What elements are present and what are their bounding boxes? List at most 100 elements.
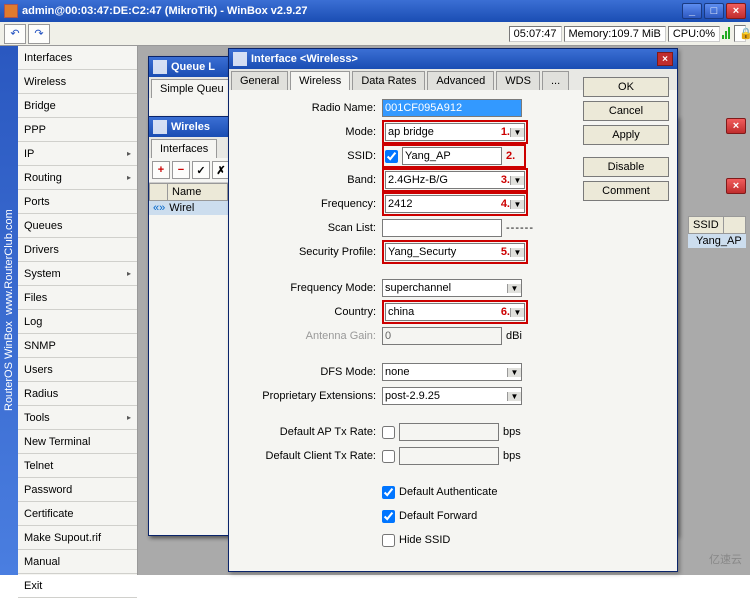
maximize-button[interactable]: □	[704, 3, 724, 19]
label-antenna-gain: Antenna Gain:	[237, 330, 382, 342]
minimize-button[interactable]: _	[682, 3, 702, 19]
interface-form: Radio Name: Mode: ap bridge1.▼ SSID: 2. …	[229, 90, 677, 558]
window-icon	[233, 52, 247, 66]
menu-item-exit[interactable]: Exit	[18, 574, 137, 598]
menu-item-ip[interactable]: IP▸	[18, 142, 137, 166]
tab-advanced[interactable]: Advanced	[427, 71, 494, 90]
menu-item-routing[interactable]: Routing▸	[18, 166, 137, 190]
chevron-down-icon: ▼	[507, 392, 521, 401]
label-radio-name: Radio Name:	[237, 102, 382, 114]
col-ssid[interactable]: SSID	[689, 217, 724, 233]
radio-name-input[interactable]	[382, 99, 522, 117]
menu-item-bridge[interactable]: Bridge	[18, 94, 137, 118]
ap-tx-input[interactable]	[399, 423, 499, 441]
tab--[interactable]: ...	[542, 71, 569, 90]
menu-item-log[interactable]: Log	[18, 310, 137, 334]
label-scan-list: Scan List:	[237, 222, 382, 234]
menu-item-ports[interactable]: Ports	[18, 190, 137, 214]
close-button[interactable]: ×	[726, 3, 746, 19]
ssid-checkbox[interactable]	[385, 150, 398, 163]
status-memory: Memory:109.7 MiB	[564, 26, 666, 42]
tab-simple-queues[interactable]: Simple Queu	[151, 79, 233, 98]
scan-list-input[interactable]	[382, 219, 502, 237]
menu-item-system[interactable]: System▸	[18, 262, 137, 286]
country-select[interactable]: china6.▼	[385, 303, 525, 321]
tab-interfaces[interactable]: Interfaces	[151, 139, 217, 158]
chevron-right-icon: ▸	[127, 149, 131, 158]
menu-item-manual[interactable]: Manual	[18, 550, 137, 574]
client-tx-input[interactable]	[399, 447, 499, 465]
status-area: 05:07:47 Memory:109.7 MiB CPU:0% 🔒	[509, 25, 746, 42]
add-button[interactable]: +	[152, 161, 170, 179]
activity-icon	[722, 27, 732, 41]
bg-close-1[interactable]: ×	[724, 118, 746, 134]
default-auth-checkbox[interactable]	[382, 486, 395, 499]
label-client-tx: Default Client Tx Rate:	[237, 450, 382, 462]
menu-item-make-supout-rif[interactable]: Make Supout.rif	[18, 526, 137, 550]
chevron-down-icon: ▼	[507, 284, 521, 293]
interface-titlebar[interactable]: Interface <Wireless> ×	[229, 49, 677, 69]
menu-item-files[interactable]: Files	[18, 286, 137, 310]
menu-item-password[interactable]: Password	[18, 478, 137, 502]
mdi-area: Queue L Simple Queu 0 B queued Wireles ×…	[138, 46, 750, 575]
app-icon	[4, 4, 18, 18]
menu-item-queues[interactable]: Queues	[18, 214, 137, 238]
label-security: Security Profile:	[237, 246, 382, 258]
redo-button[interactable]: ↷	[28, 24, 50, 44]
label-frequency: Frequency:	[237, 198, 382, 210]
chevron-down-icon: ▼	[510, 308, 524, 317]
menu-item-new-terminal[interactable]: New Terminal	[18, 430, 137, 454]
menu-item-snmp[interactable]: SNMP	[18, 334, 137, 358]
frequency-select[interactable]: 24124.▼	[385, 195, 525, 213]
wifi-icon: «»	[153, 202, 165, 214]
chevron-right-icon: ▸	[127, 173, 131, 182]
lock-icon: 🔒	[734, 25, 746, 42]
menu-item-users[interactable]: Users	[18, 358, 137, 382]
menu-item-tools[interactable]: Tools▸	[18, 406, 137, 430]
band-select[interactable]: 2.4GHz-B/G3.▼	[385, 171, 525, 189]
bg-close-2[interactable]: ×	[724, 178, 746, 194]
menu-item-radius[interactable]: Radius	[18, 382, 137, 406]
label-freq-mode: Frequency Mode:	[237, 282, 382, 294]
tab-data-rates[interactable]: Data Rates	[352, 71, 425, 90]
chevron-down-icon: ▼	[510, 128, 524, 137]
mode-select[interactable]: ap bridge1.▼	[385, 123, 525, 141]
undo-button[interactable]: ↶	[4, 24, 26, 44]
label-country: Country:	[237, 306, 382, 318]
menu-item-telnet[interactable]: Telnet	[18, 454, 137, 478]
tab-wds[interactable]: WDS	[496, 71, 540, 90]
interface-title-text: Interface <Wireless>	[251, 53, 358, 65]
menu-item-ppp[interactable]: PPP	[18, 118, 137, 142]
tab-general[interactable]: General	[231, 71, 288, 90]
client-tx-checkbox[interactable]	[382, 450, 395, 463]
interface-close-button[interactable]: ×	[657, 52, 673, 66]
window-icon	[153, 60, 167, 74]
main-toolbar: ↶ ↷ 05:07:47 Memory:109.7 MiB CPU:0% 🔒	[0, 22, 750, 46]
default-forward-checkbox[interactable]	[382, 510, 395, 523]
hide-ssid-checkbox[interactable]	[382, 534, 395, 547]
tab-wireless[interactable]: Wireless	[290, 71, 350, 90]
menu-item-interfaces[interactable]: Interfaces	[18, 46, 137, 70]
dfs-select[interactable]: none▼	[382, 363, 522, 381]
enable-button[interactable]: ✓	[192, 161, 210, 179]
label-dfs: DFS Mode:	[237, 366, 382, 378]
menu-item-certificate[interactable]: Certificate	[18, 502, 137, 526]
menu-item-drivers[interactable]: Drivers	[18, 238, 137, 262]
ap-tx-checkbox[interactable]	[382, 426, 395, 439]
prop-ext-select[interactable]: post-2.9.25▼	[382, 387, 522, 405]
wireless-title-text: Wireles	[171, 121, 210, 133]
label-prop-ext: Proprietary Extensions:	[237, 390, 382, 402]
freq-mode-select[interactable]: superchannel▼	[382, 279, 522, 297]
workspace: RouterOS WinBox www.RouterClub.com Inter…	[0, 46, 750, 575]
cloud-icon	[687, 553, 705, 565]
label-band: Band:	[237, 174, 382, 186]
security-select[interactable]: Yang_Securty5.▼	[385, 243, 525, 261]
menu-item-wireless[interactable]: Wireless	[18, 70, 137, 94]
status-time: 05:07:47	[509, 26, 562, 42]
remove-button[interactable]: −	[172, 161, 190, 179]
window-icon	[153, 120, 167, 134]
ssid-input[interactable]	[402, 147, 502, 165]
label-ap-tx: Default AP Tx Rate:	[237, 426, 382, 438]
chevron-right-icon: ▸	[127, 269, 131, 278]
col-name[interactable]: Name	[168, 184, 228, 200]
